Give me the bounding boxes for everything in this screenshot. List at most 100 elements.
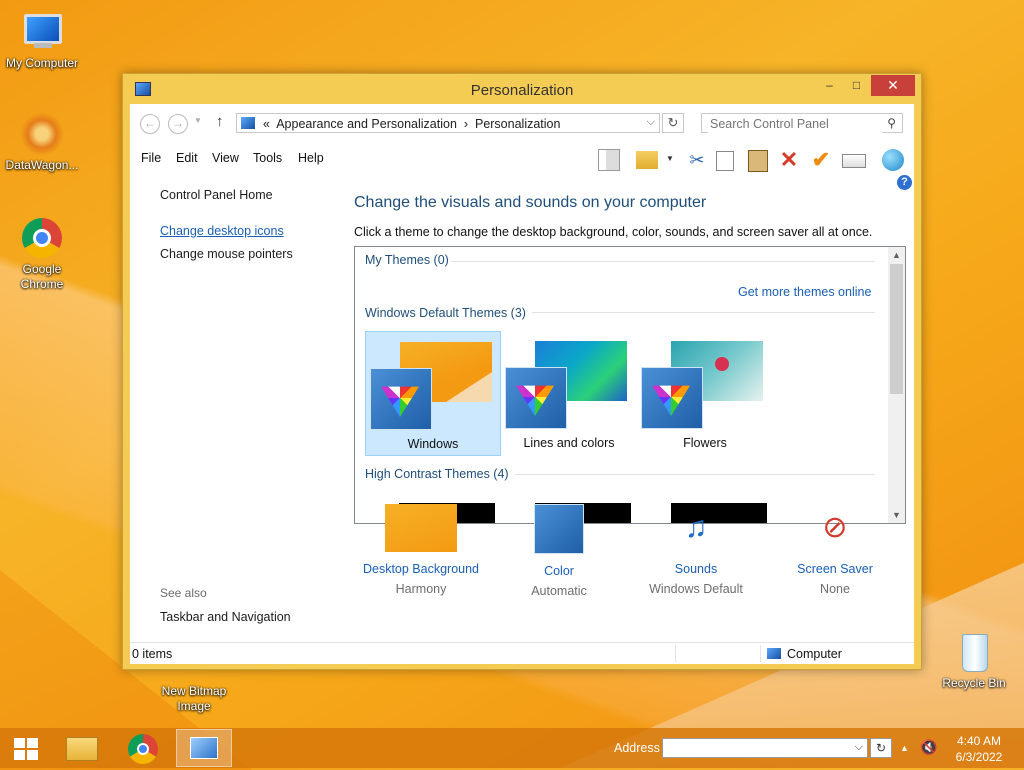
globe-icon[interactable] [882,149,904,171]
theme-flowers[interactable]: Flowers [637,331,773,456]
color-palette-icon [505,367,567,429]
setting-title[interactable]: Desktop Background [356,562,486,576]
menu-edit[interactable]: Edit [176,151,198,165]
default-themes-heading: Windows Default Themes (3) [365,306,532,320]
sidebar-control-panel-home[interactable]: Control Panel Home [160,188,273,202]
desktop-background-icon [385,504,457,552]
address-toolbar-label: Address [614,741,660,755]
breadcrumb-personalization[interactable]: Personalization [475,117,560,131]
desktop-icon-datawagon[interactable]: DataWagon... [0,112,84,173]
checkmark-icon[interactable]: ✔ [810,149,832,171]
setting-value: None [820,582,850,596]
desktop-icon-label: Recycle Bin [942,676,1006,690]
sidebar-change-mouse-pointers[interactable]: Change mouse pointers [160,247,293,261]
desktop-icon-chrome[interactable]: Google Chrome [0,216,84,292]
chevron-down-icon[interactable]: ⌵ [855,741,863,754]
breadcrumb-separator[interactable]: › [464,117,468,131]
search-box[interactable]: ⚲ [701,113,903,133]
maximize-button[interactable]: □ [843,75,870,96]
taskbar-address-input[interactable]: ⌵ [662,738,868,758]
breadcrumb-appearance[interactable]: Appearance and Personalization [276,117,457,131]
back-button[interactable]: ← [140,114,160,134]
title-bar[interactable]: Personalization – □ ✕ [123,74,921,104]
theme-list: My Themes (0) Get more themes online Win… [354,246,906,524]
chevron-down-icon[interactable]: ▼ [666,154,674,163]
screen-saver-setting[interactable]: ⊘ Screen Saver None [770,504,900,596]
menu-view[interactable]: View [212,151,239,165]
page-description: Click a theme to change the desktop back… [354,225,873,239]
paste-icon[interactable] [748,150,768,172]
screen-saver-icon: ⊘ [822,511,848,544]
taskbar-chrome[interactable] [115,729,171,767]
see-also-heading: See also [160,586,207,600]
cut-icon[interactable]: ✂ [686,149,708,171]
theme-windows[interactable]: Windows [365,331,501,456]
desktop-icon-label: My Computer [5,56,79,70]
copy-icon[interactable] [716,151,734,171]
setting-value: Windows Default [649,582,743,596]
forward-button[interactable]: → [168,114,188,134]
minimize-button[interactable]: – [816,75,843,96]
chevron-down-icon[interactable]: ⌵ [647,116,655,129]
help-icon[interactable]: ? [897,175,912,190]
desktop-icon-my-computer[interactable]: My Computer [0,10,84,71]
refresh-button[interactable]: ↻ [662,113,684,133]
setting-title[interactable]: Color [494,564,624,578]
desktop-icon-label: Google Chrome [20,262,64,291]
setting-value: Harmony [395,582,447,596]
sidebar-change-desktop-icons[interactable]: Change desktop icons [160,224,284,238]
datawagon-icon [20,112,64,156]
search-icon[interactable]: ⚲ [887,116,896,130]
sidebar-taskbar-navigation[interactable]: Taskbar and Navigation [160,610,291,624]
delete-icon[interactable]: ✕ [778,149,800,171]
get-more-themes-link[interactable]: Get more themes online [738,285,871,299]
divider [675,645,676,662]
my-themes-heading: My Themes (0) [365,253,449,267]
scrollbar-thumb[interactable] [890,264,903,394]
item-count: 0 items [132,647,173,661]
desktop-icon-label: DataWagon... [5,158,79,172]
desktop-background-setting[interactable]: Desktop Background Harmony [356,504,486,596]
color-palette-icon [534,504,584,554]
taskbar-control-panel[interactable] [176,729,232,767]
theme-lines-and-colors[interactable]: Lines and colors [501,331,637,456]
folder-properties-icon[interactable] [636,151,658,169]
windows-start-icon[interactable] [14,738,38,760]
sounds-setting[interactable]: ♫ Sounds Windows Default [631,504,761,596]
address-bar[interactable]: « Appearance and Personalization › Perso… [236,113,660,133]
window-client: ← → ▼ ↑ « Appearance and Personalization… [130,104,914,664]
breadcrumb-prefix[interactable]: « [263,117,270,131]
menu-help[interactable]: Help [298,151,324,165]
volume-muted-icon[interactable]: 🔇 [920,739,937,756]
rename-icon[interactable] [842,154,866,168]
computer-icon [20,10,64,54]
control-panel-icon [190,737,218,759]
recent-pages-dropdown[interactable]: ▼ [194,116,202,125]
search-input[interactable] [708,115,882,133]
menu-tools[interactable]: Tools [253,151,282,165]
setting-value: Automatic [531,584,587,598]
desktop-icon-bitmap[interactable]: New Bitmap Image [152,672,236,714]
recycle-bin-icon [952,630,996,674]
folder-icon [66,737,98,761]
breadcrumb: « Appearance and Personalization › Perso… [263,117,560,131]
clock-time: 4:40 AM [956,734,1002,748]
up-button[interactable]: ↑ [216,113,224,130]
taskbar: Address ⌵ ↻ ▲ 🔇 4:40 AM 6/3/2022 [0,728,1024,768]
control-panel-icon [241,117,255,129]
menu-file[interactable]: File [141,151,161,165]
setting-title[interactable]: Screen Saver [770,562,900,576]
show-hidden-icons[interactable]: ▲ [900,743,909,753]
color-setting[interactable]: Color Automatic [494,504,624,598]
desktop-icon-recycle-bin[interactable]: Recycle Bin [932,630,1016,691]
high-contrast-heading: High Contrast Themes (4) [365,467,515,481]
taskbar-file-explorer[interactable] [54,729,110,767]
scrollbar[interactable]: ▲ ▼ [888,247,905,523]
scroll-up-arrow[interactable]: ▲ [892,250,901,260]
layout-icon[interactable] [598,149,620,171]
navigation-bar: ← → ▼ ↑ « Appearance and Personalization… [130,104,914,142]
refresh-button[interactable]: ↻ [870,738,892,758]
clock[interactable]: 4:40 AM 6/3/2022 [944,733,1014,765]
setting-title[interactable]: Sounds [631,562,761,576]
close-button[interactable]: ✕ [871,75,915,96]
